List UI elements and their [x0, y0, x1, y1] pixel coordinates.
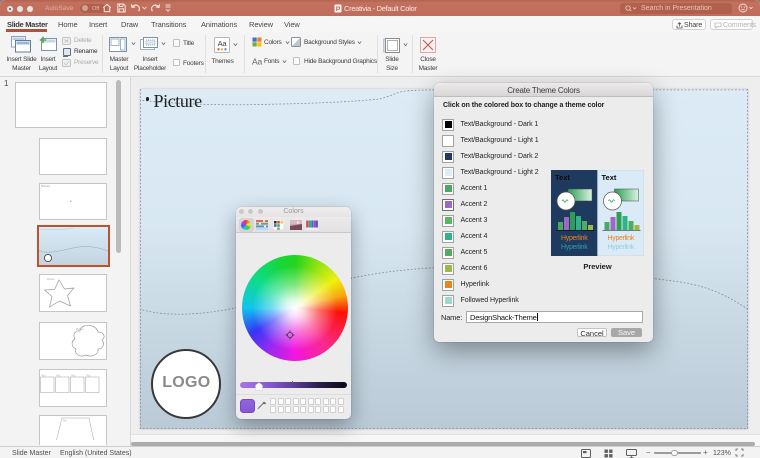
- svg-text:Hyperlink: Hyperlink: [608, 244, 635, 251]
- svg-text:...: ...: [70, 435, 72, 437]
- svg-text:Pict: Pict: [87, 375, 91, 378]
- svg-text:Pict: Pict: [57, 375, 61, 378]
- svg-text:Hyperlink: Hyperlink: [608, 235, 635, 242]
- svg-text:Pict: Pict: [72, 375, 76, 378]
- svg-text:Text: Text: [555, 173, 570, 182]
- svg-text:...: ...: [86, 341, 88, 343]
- svg-text:Aa: Aa: [218, 39, 228, 48]
- svg-text:...: ...: [45, 385, 47, 387]
- svg-text:Pict: Pict: [63, 420, 67, 423]
- svg-text:Picture: Picture: [76, 328, 84, 331]
- svg-text:Hyperlink: Hyperlink: [561, 235, 588, 242]
- svg-text:...: ...: [58, 294, 60, 296]
- svg-text:...: ...: [75, 385, 77, 387]
- svg-text:P: P: [336, 5, 341, 12]
- svg-text:Hyperlink: Hyperlink: [561, 244, 588, 251]
- svg-text:Aa: Aa: [252, 57, 262, 67]
- svg-text:Text: Text: [602, 173, 617, 182]
- svg-text:Picture: Picture: [47, 278, 55, 281]
- svg-text:Pict: Pict: [42, 375, 46, 378]
- svg-text:...: ...: [90, 385, 92, 387]
- svg-text:...: ...: [60, 385, 62, 387]
